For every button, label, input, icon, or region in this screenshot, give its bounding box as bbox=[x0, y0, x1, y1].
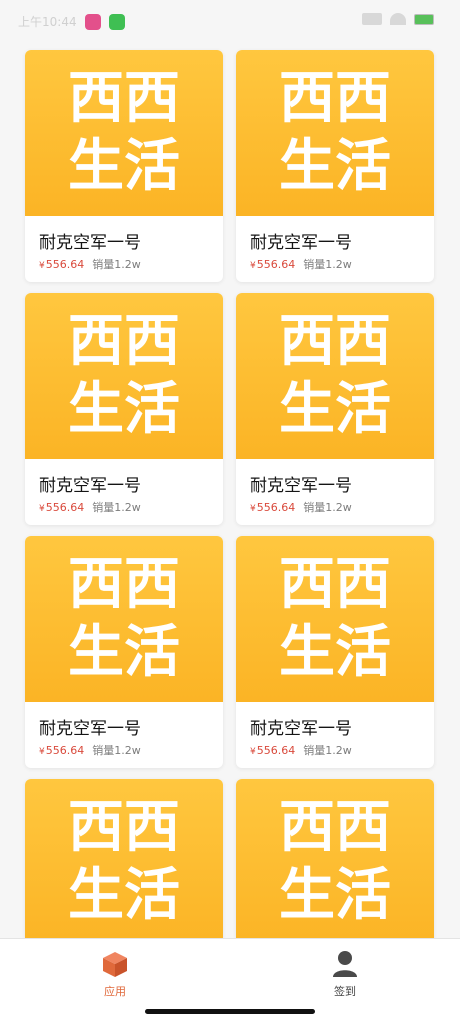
logo-line-2: 生活 bbox=[279, 376, 391, 442]
product-meta: ¥556.64 销量1.2w bbox=[39, 256, 141, 272]
product-card[interactable]: 西西 生活 耐克空军一号 ¥556.64 销量1.2w bbox=[236, 50, 434, 282]
product-title: 耐克空军一号 bbox=[250, 719, 352, 739]
price-value: 556.64 bbox=[256, 744, 296, 757]
product-image: 西西 生活 bbox=[236, 50, 434, 216]
logo-line-1: 西西 bbox=[279, 65, 391, 131]
tab-label: 签到 bbox=[334, 985, 356, 998]
logo-line-1: 西西 bbox=[279, 308, 391, 374]
signal-icon bbox=[362, 13, 382, 25]
product-price: ¥556.64 bbox=[39, 744, 84, 757]
price-value: 556.64 bbox=[45, 744, 85, 757]
currency-symbol: ¥ bbox=[39, 504, 45, 514]
product-card[interactable]: 西西 生活 bbox=[236, 779, 434, 938]
product-image: 西西 生活 bbox=[25, 779, 223, 938]
product-grid: 西西 生活 耐克空军一号 ¥556.64 销量1.2w 西西 生活 耐克空军一号… bbox=[0, 42, 460, 938]
currency-symbol: ¥ bbox=[39, 747, 45, 757]
logo-line-2: 生活 bbox=[68, 619, 180, 685]
product-price: ¥556.64 bbox=[39, 501, 84, 514]
logo-line-2: 生活 bbox=[279, 133, 391, 199]
logo-line-1: 西西 bbox=[279, 794, 391, 860]
logo-line-2: 生活 bbox=[279, 619, 391, 685]
logo-line-2: 生活 bbox=[68, 133, 180, 199]
product-price: ¥556.64 bbox=[39, 258, 84, 271]
product-image: 西西 生活 bbox=[25, 293, 223, 459]
logo-line-2: 生活 bbox=[68, 862, 180, 928]
product-meta: ¥556.64 销量1.2w bbox=[250, 742, 352, 758]
product-image: 西西 生活 bbox=[236, 293, 434, 459]
user-icon bbox=[333, 951, 357, 977]
price-value: 556.64 bbox=[45, 258, 85, 271]
box-icon bbox=[103, 952, 127, 977]
bottom-tab-bar: 应用 签到 bbox=[0, 938, 460, 1022]
product-title: 耐克空军一号 bbox=[39, 233, 141, 253]
product-image: 西西 生活 bbox=[25, 536, 223, 702]
product-card[interactable]: 西西 生活 耐克空军一号 ¥556.64 销量1.2w bbox=[236, 536, 434, 768]
product-sales: 销量1.2w bbox=[303, 258, 352, 271]
product-price: ¥556.64 bbox=[250, 501, 295, 514]
product-sales: 销量1.2w bbox=[92, 744, 141, 757]
currency-symbol: ¥ bbox=[250, 261, 256, 271]
product-title: 耐克空军一号 bbox=[250, 476, 352, 496]
status-time: 上午10:44 bbox=[18, 15, 77, 29]
status-bar: 上午10:44 bbox=[0, 0, 460, 42]
product-card[interactable]: 西西 生活 耐克空军一号 ¥556.64 销量1.2w bbox=[236, 293, 434, 525]
product-card[interactable]: 西西 生活 bbox=[25, 779, 223, 938]
currency-symbol: ¥ bbox=[250, 747, 256, 757]
currency-symbol: ¥ bbox=[250, 504, 256, 514]
currency-symbol: ¥ bbox=[39, 261, 45, 271]
tab-label: 应用 bbox=[104, 985, 126, 998]
logo-line-1: 西西 bbox=[68, 794, 180, 860]
price-value: 556.64 bbox=[256, 501, 296, 514]
home-indicator bbox=[145, 1009, 315, 1014]
logo-line-2: 生活 bbox=[68, 376, 180, 442]
price-value: 556.64 bbox=[256, 258, 296, 271]
product-sales: 销量1.2w bbox=[303, 501, 352, 514]
tab-apps[interactable]: 应用 bbox=[85, 949, 145, 1005]
app-notification-icon bbox=[84, 13, 101, 30]
product-card[interactable]: 西西 生活 耐克空军一号 ¥556.64 销量1.2w bbox=[25, 293, 223, 525]
tab-checkin[interactable]: 签到 bbox=[315, 949, 375, 1005]
product-sales: 销量1.2w bbox=[92, 501, 141, 514]
product-image: 西西 生活 bbox=[236, 536, 434, 702]
product-card[interactable]: 西西 生活 耐克空军一号 ¥556.64 销量1.2w bbox=[25, 50, 223, 282]
product-price: ¥556.64 bbox=[250, 744, 295, 757]
product-meta: ¥556.64 销量1.2w bbox=[250, 256, 352, 272]
product-sales: 销量1.2w bbox=[92, 258, 141, 271]
product-meta: ¥556.64 销量1.2w bbox=[39, 499, 141, 515]
product-sales: 销量1.2w bbox=[303, 744, 352, 757]
product-meta: ¥556.64 销量1.2w bbox=[39, 742, 141, 758]
status-right bbox=[362, 13, 434, 25]
logo-line-1: 西西 bbox=[68, 308, 180, 374]
product-card[interactable]: 西西 生活 耐克空军一号 ¥556.64 销量1.2w bbox=[25, 536, 223, 768]
battery-icon bbox=[414, 13, 434, 25]
logo-line-1: 西西 bbox=[68, 551, 180, 617]
price-value: 556.64 bbox=[45, 501, 85, 514]
product-image: 西西 生活 bbox=[236, 779, 434, 938]
logo-line-1: 西西 bbox=[68, 65, 180, 131]
product-meta: ¥556.64 销量1.2w bbox=[250, 499, 352, 515]
product-price: ¥556.64 bbox=[250, 258, 295, 271]
product-title: 耐克空军一号 bbox=[39, 476, 141, 496]
logo-line-2: 生活 bbox=[279, 862, 391, 928]
wechat-notification-icon bbox=[108, 13, 125, 30]
logo-line-1: 西西 bbox=[279, 551, 391, 617]
status-left: 上午10:44 bbox=[18, 13, 125, 30]
product-image: 西西 生活 bbox=[25, 50, 223, 216]
product-title: 耐克空军一号 bbox=[250, 233, 352, 253]
wifi-icon bbox=[390, 13, 406, 25]
product-title: 耐克空军一号 bbox=[39, 719, 141, 739]
